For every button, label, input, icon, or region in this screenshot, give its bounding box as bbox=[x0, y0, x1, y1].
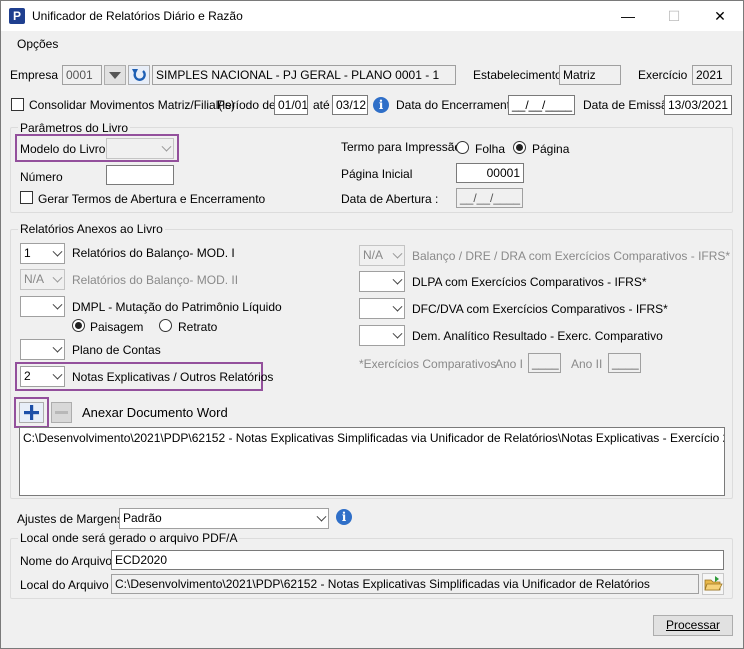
periodo-label: Período de bbox=[217, 98, 276, 112]
emissao-field[interactable]: 13/03/2021 bbox=[664, 95, 732, 115]
pagina-inicial-label: Página Inicial bbox=[341, 167, 413, 181]
word-file-item[interactable]: C:\Desenvolvimento\2021\PDP\62152 - Nota… bbox=[23, 430, 724, 446]
word-label: Anexar Documento Word bbox=[82, 405, 228, 420]
retrato-radio[interactable] bbox=[159, 319, 172, 332]
processar-label: Processar bbox=[665, 618, 721, 632]
add-document-button[interactable] bbox=[19, 402, 44, 423]
ate-label: até bbox=[313, 98, 330, 112]
margens-label: Ajustes de Margens bbox=[17, 512, 124, 526]
periodo-to-field[interactable]: 03/12 bbox=[332, 95, 368, 115]
minus-icon bbox=[55, 411, 68, 414]
dfc-label: DFC/DVA com Exercícios Comparativos - IF… bbox=[412, 302, 668, 316]
parametros-title: Parâmetros do Livro bbox=[18, 121, 131, 135]
folha-label: Folha bbox=[475, 142, 506, 156]
anexos-title: Relatórios Anexos ao Livro bbox=[18, 222, 165, 236]
remove-document-button[interactable] bbox=[51, 402, 72, 423]
margens-info-icon[interactable]: i bbox=[336, 509, 352, 525]
empresa-label: Empresa bbox=[10, 68, 59, 82]
data-abertura-field[interactable]: __/__/____ bbox=[456, 188, 523, 208]
notas-label: Notas Explicativas / Outros Relatórios bbox=[72, 370, 274, 384]
window-title: Unificador de Relatórios Diário e Razão bbox=[32, 9, 243, 23]
dmpl-select[interactable] bbox=[20, 296, 65, 317]
consolidar-label: Consolidar Movimentos Matriz/Filial(is) bbox=[29, 98, 236, 112]
ano1-field[interactable]: ____ bbox=[528, 353, 561, 373]
app-icon: P bbox=[9, 8, 25, 24]
paisagem-radio[interactable] bbox=[72, 319, 85, 332]
periodo-from-field[interactable]: 01/01 bbox=[274, 95, 308, 115]
menu-opcoes[interactable]: Opções bbox=[17, 37, 58, 51]
refresh-button[interactable] bbox=[128, 65, 150, 85]
dlpa-select[interactable] bbox=[359, 271, 405, 292]
balanco1-label: Relatórios do Balanço- MOD. I bbox=[72, 246, 235, 260]
margens-select[interactable]: Padrão bbox=[119, 508, 329, 529]
pagina-inicial-field[interactable]: 00001 bbox=[456, 163, 524, 183]
ifrs-balanco-label: Balanço / DRE / DRA com Exercícios Compa… bbox=[412, 249, 731, 263]
encerramento-field[interactable]: __/__/____ bbox=[508, 95, 575, 115]
ano2-field[interactable]: ____ bbox=[608, 353, 641, 373]
exercicio-label: Exercício bbox=[638, 68, 688, 82]
modelo-label: Modelo do Livro bbox=[20, 142, 106, 156]
dem-label: Dem. Analítico Resultado - Exerc. Compar… bbox=[412, 329, 663, 343]
numero-field[interactable] bbox=[106, 165, 174, 185]
empresa-dropdown-button[interactable] bbox=[104, 65, 126, 85]
nome-arquivo-field[interactable]: ECD2020 bbox=[111, 550, 724, 570]
modelo-select[interactable] bbox=[106, 138, 174, 159]
folder-open-icon bbox=[704, 576, 723, 591]
close-button[interactable]: ✕ bbox=[697, 1, 743, 31]
plano-label: Plano de Contas bbox=[72, 343, 161, 357]
refresh-arrow-icon bbox=[132, 69, 146, 81]
balanco2-label: Relatórios do Balanço- MOD. II bbox=[72, 273, 239, 287]
plano-select[interactable] bbox=[20, 339, 65, 360]
paisagem-label: Paisagem bbox=[90, 320, 144, 334]
gerar-termos-label: Gerar Termos de Abertura e Encerramento bbox=[38, 192, 266, 206]
processar-button[interactable]: Processar bbox=[653, 615, 733, 636]
exercicio-field[interactable]: 2021 bbox=[692, 65, 732, 85]
maximize-button[interactable]: ☐ bbox=[651, 1, 697, 31]
retrato-label: Retrato bbox=[178, 320, 218, 334]
comparativos-label: *Exercícios Comparativos bbox=[359, 357, 497, 371]
gerar-termos-checkbox[interactable] bbox=[20, 191, 33, 204]
pagina-radio[interactable] bbox=[513, 141, 526, 154]
data-abertura-label: Data de Abertura : bbox=[341, 192, 439, 206]
minimize-button[interactable]: — bbox=[605, 1, 651, 31]
dfc-select[interactable] bbox=[359, 298, 405, 319]
estabelecimento-field[interactable]: Matriz bbox=[559, 65, 621, 85]
local-arquivo-field[interactable]: C:\Desenvolvimento\2021\PDP\62152 - Nota… bbox=[111, 574, 699, 594]
pagina-label: Página bbox=[532, 142, 570, 156]
dem-select[interactable] bbox=[359, 325, 405, 346]
balanco1-select[interactable]: 1 bbox=[20, 243, 65, 264]
notas-select[interactable]: 2 bbox=[20, 366, 65, 387]
local-arquivo-label: Local do Arquivo bbox=[20, 578, 109, 592]
dmpl-label: DMPL - Mutação do Patrimônio Líquido bbox=[72, 300, 282, 314]
emissao-label: Data de Emissão bbox=[583, 98, 675, 112]
balanco2-select[interactable]: N/A bbox=[20, 269, 65, 290]
plus-icon bbox=[24, 405, 39, 420]
empresa-code-field[interactable]: 0001 bbox=[62, 65, 102, 85]
ano1-label: Ano I bbox=[495, 357, 524, 371]
word-file-list[interactable]: C:\Desenvolvimento\2021\PDP\62152 - Nota… bbox=[19, 427, 725, 496]
title-bar: P Unificador de Relatórios Diário e Razã… bbox=[1, 1, 743, 31]
estabelecimento-label: Estabelecimento bbox=[473, 68, 562, 82]
empresa-name-field: SIMPLES NACIONAL - PJ GERAL - PLANO 0001… bbox=[152, 65, 456, 85]
folha-radio[interactable] bbox=[456, 141, 469, 154]
consolidar-checkbox[interactable] bbox=[11, 98, 24, 111]
termo-label: Termo para Impressão bbox=[341, 140, 462, 154]
info-icon[interactable]: i bbox=[373, 97, 389, 113]
ano2-label: Ano II bbox=[571, 357, 603, 371]
ifrs-balanco-select[interactable]: N/A bbox=[359, 245, 405, 266]
browse-folder-button[interactable] bbox=[702, 573, 724, 595]
dlpa-label: DLPA com Exercícios Comparativos - IFRS* bbox=[412, 275, 647, 289]
encerramento-label: Data do Encerramento bbox=[396, 98, 517, 112]
pdf-title: Local onde será gerado o arquivo PDF/A bbox=[18, 531, 240, 545]
main-window: P Unificador de Relatórios Diário e Razã… bbox=[0, 0, 744, 649]
nome-arquivo-label: Nome do Arquivo bbox=[20, 554, 113, 568]
numero-label: Número bbox=[20, 170, 63, 184]
triangle-down-icon bbox=[109, 72, 121, 79]
